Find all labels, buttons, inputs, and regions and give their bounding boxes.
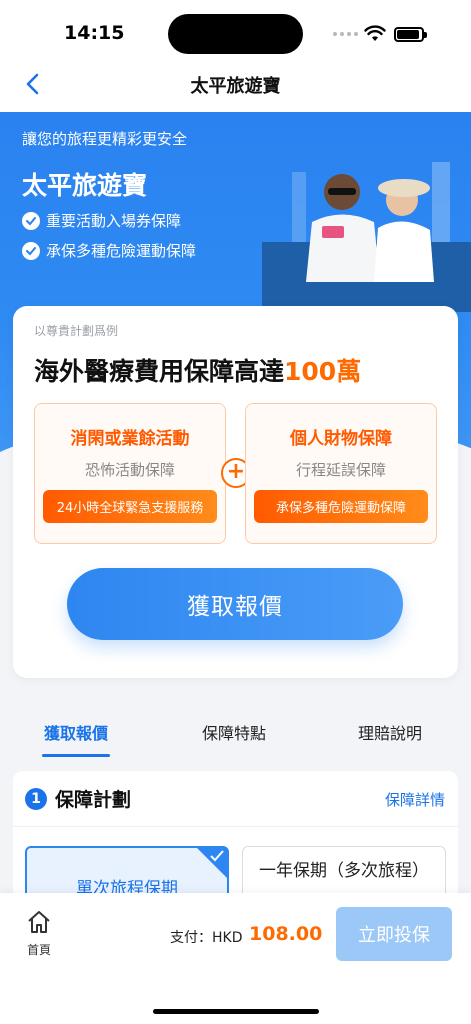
page-title: 太平旅遊寶 (190, 76, 281, 97)
plan-section: 1 保障計劃 保障詳情 單次旅程保期 一年保期（多次旅程） (13, 771, 458, 911)
check-circle-icon (22, 211, 40, 230)
benefit-title: 消閑或業餘活動 (70, 429, 190, 449)
plan-title: 保障計劃 (55, 789, 132, 811)
hero-title: 太平旅遊寶 (22, 171, 148, 200)
hero-tagline: 讓您的旅程更精彩更安全 (22, 130, 188, 148)
plan-details-link[interactable]: 保障詳情 (385, 789, 445, 810)
benefit-subtitle: 行程延誤保障 (295, 461, 386, 479)
home-label: 首頁 (26, 943, 51, 957)
benefit-subtitle: 恐怖活動保障 (84, 461, 175, 479)
section-tabs: 獲取報價 保障特點 理賠說明 (0, 700, 471, 760)
headline-highlight: 100萬 (284, 357, 362, 386)
tab-claims[interactable]: 理賠說明 (358, 720, 422, 744)
hero-feature: 承保多種危險運動保障 (22, 240, 196, 261)
home-nav-button[interactable]: 首頁 (22, 909, 56, 958)
tab-indicator (42, 754, 110, 757)
buy-now-button[interactable]: 立即投保 (336, 907, 452, 961)
battery-icon (394, 27, 427, 42)
dynamic-island (168, 14, 303, 54)
hero-feature-text: 重要活動入場券保障 (46, 212, 182, 230)
bottom-bar: 首頁 支付：HKD 108.00 立即投保 (0, 893, 471, 1024)
payment-amount: 108.00 (249, 923, 323, 945)
plan-option-label: 一年保期（多次旅程） (259, 861, 429, 881)
nav-bar: 太平旅遊寶 (0, 66, 471, 112)
card-headline: 海外醫療費用保障高達100萬 (34, 352, 361, 388)
step-number-badge: 1 (25, 788, 47, 810)
travelers-photo (262, 162, 471, 312)
wifi-icon (364, 25, 386, 41)
status-bar: 14:15 (0, 0, 471, 66)
headline-text: 海外醫療費用保障高達 (34, 357, 285, 386)
payment-label: 支付：HKD (170, 930, 243, 946)
home-icon (28, 911, 50, 933)
home-indicator (153, 1009, 319, 1014)
check-icon (210, 850, 224, 862)
benefit-tag: 承保多種危險運動保障 (254, 490, 428, 523)
tab-get-quote[interactable]: 獲取報價 (44, 720, 108, 744)
get-quote-button[interactable]: 獲取報價 (67, 568, 403, 640)
hero-feature: 重要活動入場券保障 (22, 210, 181, 231)
promo-card: 以尊貴計劃爲例 海外醫療費用保障高達100萬 消閑或業餘活動 恐怖活動保障 24… (13, 306, 458, 678)
check-circle-icon (22, 241, 40, 260)
benefit-tag: 24小時全球緊急支援服務 (43, 490, 217, 523)
benefit-title: 個人財物保障 (290, 429, 392, 449)
hero-feature-text: 承保多種危險運動保障 (46, 242, 197, 260)
card-note: 以尊貴計劃爲例 (34, 324, 119, 338)
status-time: 14:15 (64, 22, 125, 44)
benefit-box: 個人財物保障 行程延誤保障 承保多種危險運動保障 (245, 403, 437, 544)
signal-icon (333, 32, 358, 36)
tab-features[interactable]: 保障特點 (202, 720, 266, 744)
divider (13, 826, 458, 827)
benefit-box: 消閑或業餘活動 恐怖活動保障 24小時全球緊急支援服務 (34, 403, 226, 544)
